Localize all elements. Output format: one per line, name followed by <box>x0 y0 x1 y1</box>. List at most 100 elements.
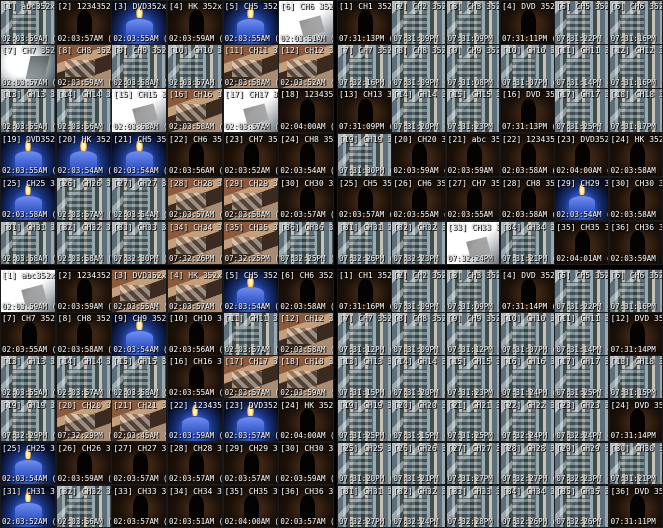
camera-tile[interactable]: [7] CH7 352x288 02:03:55AM (200 <box>0 312 57 356</box>
camera-tile[interactable]: [23] CH7 352x288 02:03:52AM (200 <box>222 132 279 178</box>
camera-tile[interactable]: [26] CH6 352x288 02:03:55AM (200 <box>391 176 447 222</box>
camera-tile[interactable]: [13] CH13 352x288 07:31:15PM (200 <box>337 355 392 399</box>
camera-tile[interactable]: [4] HK 352x288 02:03:57AM (200 <box>167 269 224 313</box>
camera-tile[interactable]: [27] CH27 352x288 02:03:54AM (200 <box>111 176 168 222</box>
camera-tile[interactable]: [35] CH35 352x288 07:32:26PM (200 <box>554 484 610 528</box>
camera-tile[interactable]: [25] CH5 352x288 02:03:57AM (200 <box>337 176 392 222</box>
camera-tile[interactable]: [14] CH14 352x288 07:31:20PM (200 <box>391 88 447 133</box>
camera-tile[interactable]: [8] CH8 352x288 07:31:09PM (200 <box>391 312 447 356</box>
camera-tile[interactable]: [32] CH32 352x288 02:03:58AM (200 <box>55 220 112 266</box>
camera-tile[interactable]: [10] CH10 352x288 07:31:07PM (200 <box>500 312 555 356</box>
camera-tile[interactable]: [31] CH31 352x288 02:03:52AM (200 <box>0 484 57 528</box>
camera-tile[interactable]: [29] CH29 352x288 02:03:54AM (200 <box>554 176 610 222</box>
camera-tile[interactable]: [17] CH17 352x288 02:03:57AM (200 <box>222 88 279 133</box>
camera-tile[interactable]: [16] DVD 352x288 07:31:13PM (200 <box>500 88 555 133</box>
camera-tile[interactable]: [24] HK 352x288 02:04:00AM (200 <box>278 398 335 443</box>
camera-tile[interactable]: [3] DVD352x288 02:03:55AM (200 <box>111 269 168 313</box>
camera-tile[interactable]: [23] CH23 352x288 07:32:24PM (200 <box>554 398 610 443</box>
camera-tile[interactable]: [29] CH29 352x288 07:32:23PM (200 <box>554 441 610 486</box>
camera-tile[interactable]: [12] DVD 352x288 07:31:14PM (200 <box>608 312 663 356</box>
camera-tile[interactable]: [8] CH8 352x288 07:31:09PM (200 <box>391 44 447 89</box>
camera-tile[interactable]: [11] CH11 352x288 02:03:57AM (200 <box>222 312 279 356</box>
camera-tile[interactable]: [13] CH13 352x288 02:03:55AM (200 <box>0 88 57 133</box>
camera-tile[interactable]: [17] CH17 352x288 07:31:25PM (200 <box>554 88 610 133</box>
camera-tile[interactable]: [10] CH10 352x288 02:03:56AM (200 <box>167 312 224 356</box>
camera-tile[interactable]: [15] CH15 352x288 07:31:23PM (200 <box>445 88 501 133</box>
camera-tile[interactable]: [10] CH10 352x288 07:31:07PM (200 <box>500 44 555 89</box>
camera-tile[interactable]: [24] DVD 352x288 07:31:14PM (200 <box>608 398 663 443</box>
camera-tile[interactable]: [18] CH18 352x288 02:03:59AM (200 <box>278 355 335 399</box>
camera-tile[interactable]: [9] CH9 352x288 07:31:12PM (200 <box>445 312 501 356</box>
camera-tile[interactable]: [1] CH1 352x288 07:31:16PM (200 <box>337 269 392 313</box>
camera-tile[interactable]: [2] CH2 352x288 07:31:09PM (200 <box>391 0 447 45</box>
camera-tile[interactable]: [12] CH12 352x288 02:03:58AM (200 <box>278 312 335 356</box>
camera-tile[interactable]: [21] abc 352x288 02:03:59AM (200 <box>445 132 501 178</box>
camera-tile[interactable]: [30] CH30 352x288 02:03:59AM (200 <box>278 441 335 486</box>
camera-tile[interactable]: [16] CH16 352x288 02:03:55AM (200 <box>167 355 224 399</box>
camera-tile[interactable]: [5] CH5 352x288 02:03:55AM (200 <box>222 0 279 45</box>
camera-tile[interactable]: [20] CH20 352x288 07:31:15PM (200 <box>391 398 447 443</box>
camera-tile[interactable]: [26] CH26 352x288 02:03:59AM (200 <box>55 441 112 486</box>
camera-tile[interactable]: [7] CH7 352x288 07:32:16PM (200 <box>337 44 392 89</box>
camera-tile[interactable]: [34] CH34 352x288 07:32:26PM (200 <box>500 484 555 528</box>
camera-tile[interactable]: [11] CH11 352x288 02:03:58AM (200 <box>222 44 279 89</box>
camera-tile[interactable]: [18] CH18 352x288 07:31:17PM (200 <box>608 88 663 133</box>
camera-tile[interactable]: [34] CH34 352x288 02:03:51AM (200 <box>167 484 224 528</box>
camera-tile[interactable]: [20] CH20 352x288 02:03:59AM (200 <box>391 132 447 178</box>
camera-tile[interactable]: [5] CH5 352x288 07:31:22PM (200 <box>554 0 610 45</box>
camera-tile[interactable]: [32] CH32 352x288 02:03:56AM (200 <box>55 484 112 528</box>
camera-tile[interactable]: [36] DVD 352x288 07:31:11PM (200 <box>608 484 663 528</box>
camera-tile[interactable]: [2] 1234352x288 02:03:57AM (200 <box>55 0 112 45</box>
camera-tile[interactable]: [22] 1234352x288 02:03:58AM (200 <box>500 132 555 178</box>
camera-tile[interactable]: [21] CH21 352x288 07:31:25PM (200 <box>445 398 501 443</box>
camera-tile[interactable]: [24] CH8 352x288 02:03:54AM (200 <box>278 132 335 178</box>
camera-tile[interactable]: [22] CH6 352x288 02:03:56AM (200 <box>167 132 224 178</box>
camera-tile[interactable]: [13] CH13 352x288 07:31:09PM (200 <box>337 88 392 133</box>
camera-tile[interactable]: [15] CH15 352x288 02:03:58AM (200 <box>111 355 168 399</box>
camera-tile[interactable]: [27] CH27 352x288 07:31:27PM (200 <box>445 441 501 486</box>
camera-tile[interactable]: [26] CH26 352x288 07:31:21PM (200 <box>391 441 447 486</box>
camera-tile[interactable]: [36] CH36 352x288 02:03:57AM (200 <box>278 484 335 528</box>
camera-tile[interactable]: [7] CH7 352x288 07:31:12PM (200 <box>337 312 392 356</box>
camera-tile[interactable]: [19] CH19 352x288 07:31:25PM (200 <box>337 398 392 443</box>
camera-tile[interactable]: [15] CH15 352x288 07:31:23PM (200 <box>445 355 501 399</box>
camera-tile[interactable]: [19] DVD352x288 02:03:55AM (200 <box>0 132 57 178</box>
camera-tile[interactable]: [19] CH19 352x288 07:32:29PM (200 <box>0 398 57 443</box>
camera-tile[interactable]: [10] CH10 352x288 02:03:57AM (200 <box>167 44 224 89</box>
camera-tile[interactable]: [29] CH29 352x288 02:03:57AM (200 <box>222 441 279 486</box>
camera-tile[interactable]: [4] DVD 352x288 07:31:14PM (200 <box>500 269 555 313</box>
camera-tile[interactable]: [36] CH36 352x288 02:03:59AM (200 <box>608 220 663 266</box>
camera-tile[interactable]: [20] HK 352x288 02:03:54AM (200 <box>55 132 112 178</box>
camera-tile[interactable]: [25] CH25 352x288 07:31:20PM (200 <box>337 441 392 486</box>
camera-tile[interactable]: [3] CH3 352x288 07:31:09PM (200 <box>445 269 501 313</box>
camera-tile[interactable]: [22] 1234352x288 02:03:59AM (200 <box>167 398 224 443</box>
camera-tile[interactable]: [28] CH28 352x288 02:03:57AM (200 <box>167 441 224 486</box>
camera-tile[interactable]: [27] CH27 352x288 02:03:57AM (200 <box>111 441 168 486</box>
camera-tile[interactable]: [23] DVD352x288 02:03:57AM (200 <box>222 398 279 443</box>
camera-tile[interactable]: [1] abc352x288 02:03:59AM (200 <box>0 0 57 45</box>
camera-tile[interactable]: [14] CH14 352x288 07:31:20PM (200 <box>391 355 447 399</box>
camera-tile[interactable]: [9] CH9 352x288 07:31:08PM (200 <box>445 44 501 89</box>
camera-tile[interactable]: [30] CH30 352x288 02:03:57AM (200 <box>278 176 335 222</box>
camera-tile[interactable]: [4] HK 352x288 02:03:59AM (200 <box>167 0 224 45</box>
camera-tile[interactable]: [11] CH11 352x288 07:31:14PM (200 <box>554 312 610 356</box>
camera-tile[interactable]: [2] 1234352x288 02:03:59AM (200 <box>55 269 112 313</box>
camera-tile[interactable]: [19] CH19 352x288 07:31:30PM (200 <box>337 132 392 178</box>
camera-tile[interactable]: [3] DVD352x288 02:03:55AM (200 <box>111 0 168 45</box>
camera-tile[interactable]: [18] CH18 352x288 07:31:15PM (200 <box>608 355 663 399</box>
camera-tile[interactable]: [5] CH5 352x288 02:03:54AM (200 <box>222 269 279 313</box>
camera-tile[interactable]: [2] CH2 352x288 07:31:09PM (200 <box>391 269 447 313</box>
camera-tile[interactable]: [32] CH32 352x288 07:32:23PM (200 <box>391 220 447 266</box>
camera-tile[interactable]: [18] 1234352x288 02:04:00AM (200 <box>278 88 335 133</box>
camera-tile[interactable]: [17] CH17 352x288 02:03:57AM (200 <box>222 355 279 399</box>
camera-tile[interactable]: [14] CH14 352x288 02:03:57AM (200 <box>55 355 112 399</box>
camera-tile[interactable]: [28] CH28 352x288 07:32:27PM (200 <box>500 441 555 486</box>
camera-tile[interactable]: [6] CH6 352x288 07:31:16PM (200 <box>608 0 663 45</box>
camera-tile[interactable]: [23] DVD352x288 02:04:00AM (200 <box>554 132 610 178</box>
camera-tile[interactable]: [12] CH12 352x288 07:31:16PM (200 <box>608 44 663 89</box>
camera-tile[interactable]: [35] CH35 352x288 07:32:25PM (200 <box>222 220 279 266</box>
camera-tile[interactable]: [14] CH14 352x288 02:03:56AM (200 <box>55 88 112 133</box>
camera-tile[interactable]: [30] CH30 352x288 07:31:21PM (200 <box>608 441 663 486</box>
camera-tile[interactable]: [33] CH33 352x288 07:32:24PM (200 <box>445 220 501 266</box>
camera-tile[interactable]: [9] CH9 352x288 02:03:54AM (200 <box>111 312 168 356</box>
